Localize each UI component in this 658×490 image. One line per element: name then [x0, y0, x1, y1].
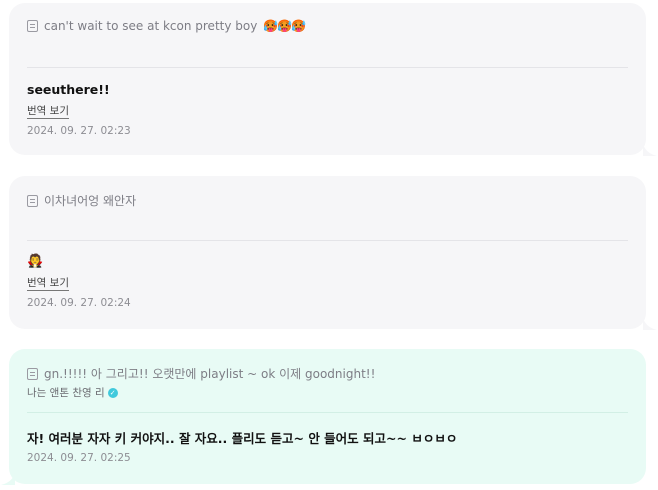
quote-document-icon: [27, 367, 38, 380]
bubble-tail: [643, 318, 657, 330]
quoted-message[interactable]: gn.!!!!! 아 그리고!! 오랫만에 playlist ~ ok 이제 g…: [27, 365, 375, 382]
message-card: 이차녀어엉 왜안자 🧛 번역 보기 2024. 09. 27. 02:24: [9, 176, 657, 330]
bubble-tail: [1, 473, 15, 485]
sender-name: 나는 앤톤 찬영 리: [27, 387, 105, 399]
divider: [27, 240, 628, 241]
message-body: seeuthere!!: [27, 82, 110, 97]
quote-emoji: 🥵🥵🥵: [263, 19, 306, 33]
quote-document-icon: [27, 20, 38, 32]
quote-text: can't wait to see at kcon pretty boy: [44, 19, 258, 33]
bubble-tail: [643, 144, 657, 156]
quote-text: gn.!!!!! 아 그리고!! 오랫만에 playlist ~ ok 이제 g…: [44, 367, 376, 381]
message-card: gn.!!!!! 아 그리고!! 오랫만에 playlist ~ ok 이제 g…: [1, 349, 646, 485]
quoted-message[interactable]: 이차녀어엉 왜안자: [27, 192, 136, 209]
divider: [27, 412, 628, 413]
message-body: 🧛: [27, 254, 44, 269]
message-timestamp: 2024. 09. 27. 02:24: [27, 297, 131, 309]
quote-sender: 나는 앤톤 찬영 리 ✓: [27, 385, 118, 400]
translate-link[interactable]: 번역 보기: [27, 277, 69, 291]
message-timestamp: 2024. 09. 27. 02:25: [27, 452, 131, 464]
message-body: 자! 여러분 자자 키 커야지.. 잘 자요.. 플리도 듣고~ 안 들어도 되…: [27, 431, 458, 446]
message-card: can't wait to see at kcon pretty boy 🥵🥵🥵…: [9, 3, 657, 156]
verified-check-icon: ✓: [107, 387, 118, 398]
quoted-message[interactable]: can't wait to see at kcon pretty boy 🥵🥵🥵: [27, 19, 306, 33]
divider: [27, 67, 628, 68]
quote-text: 이차녀어엉 왜안자: [44, 194, 137, 208]
quote-document-icon: [27, 194, 38, 207]
translate-link[interactable]: 번역 보기: [27, 105, 69, 119]
message-timestamp: 2024. 09. 27. 02:23: [27, 125, 131, 137]
message-feed: can't wait to see at kcon pretty boy 🥵🥵🥵…: [0, 0, 658, 490]
